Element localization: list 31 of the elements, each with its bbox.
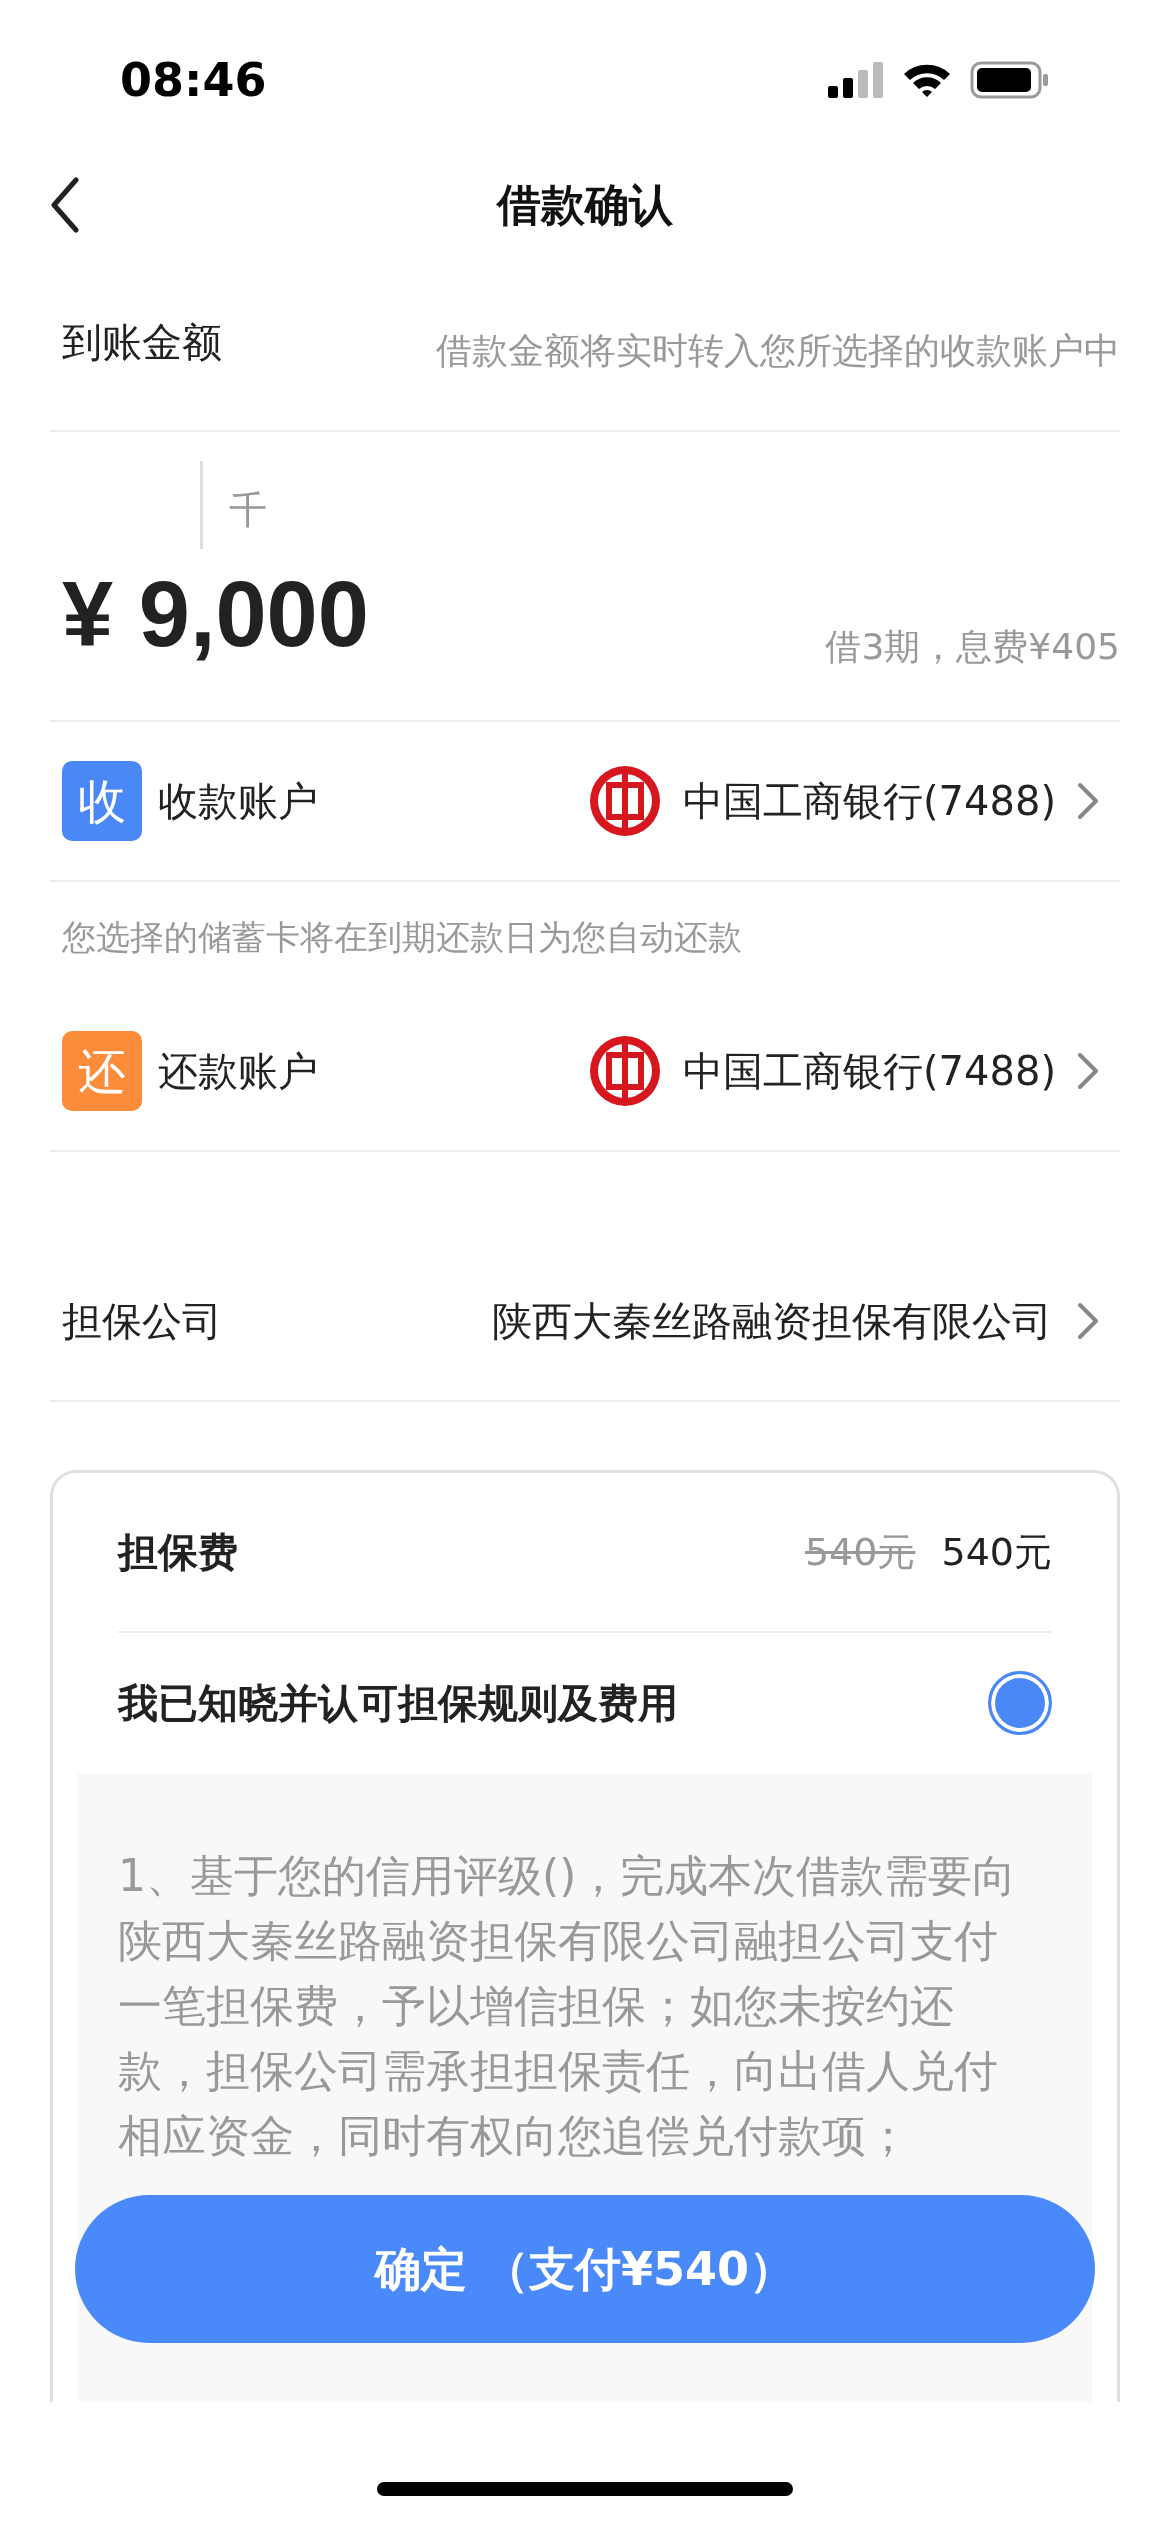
chevron-right-icon <box>1076 781 1100 821</box>
account-badge: 收 <box>62 761 142 841</box>
fee-price: 540元 <box>941 1528 1052 1576</box>
original-price: 540元 <box>804 1528 916 1576</box>
amount-unit-hint: 千 <box>229 486 267 534</box>
loan-terms: 借3期，息费¥405 <box>825 625 1120 669</box>
chevron-right-icon <box>1076 1051 1100 1091</box>
terms-paragraph: 1、基于您的信用评级()，完成本次借款需要向陕西大秦丝路融资担保有限公司融担公司支付一笔担保费，予以增信担保；如您未按约还款，担保公司需承担担保责任，向出借人兑付相应资金，同时有权向您追偿兑付款项； <box>118 1849 1018 2163</box>
account-note: 您选择的储蓄卡将在到期还款日为您自动还款 <box>62 917 742 957</box>
guarantor-label: 担保公司 <box>62 1297 222 1346</box>
bank-logo-icon <box>587 1033 663 1109</box>
agreement-label: 我已知晓并认可担保规则及费用 <box>118 1679 678 1728</box>
fee-label: 担保费 <box>118 1528 238 1577</box>
amount-label: 到账金额 <box>62 318 222 367</box>
account-label: 还款账户 <box>158 1047 318 1096</box>
account-label: 收款账户 <box>158 777 318 826</box>
agreement-checkbox[interactable] <box>988 1671 1052 1735</box>
battery-icon <box>970 61 1050 99</box>
bank-logo-icon <box>587 763 663 839</box>
back-icon <box>50 177 80 233</box>
bank-selector[interactable]: 中国工商银行(7488) <box>587 1033 1100 1109</box>
bank-selector[interactable]: 中国工商银行(7488) <box>587 763 1100 839</box>
signal-icon <box>828 62 884 98</box>
guarantor-selector[interactable]: 陕西大秦丝路融资担保有限公司 <box>492 1291 1100 1351</box>
page-title: 借款确认 <box>497 178 673 232</box>
wifi-icon <box>902 62 952 98</box>
status-time: 08:46 <box>120 51 267 109</box>
loan-amount: ¥ 9,000 <box>62 568 369 660</box>
amount-hint: 借款金额将实时转入您所选择的收款账户中 <box>436 329 1120 373</box>
chevron-right-icon <box>1076 1301 1100 1341</box>
account-badge: 还 <box>62 1031 142 1111</box>
